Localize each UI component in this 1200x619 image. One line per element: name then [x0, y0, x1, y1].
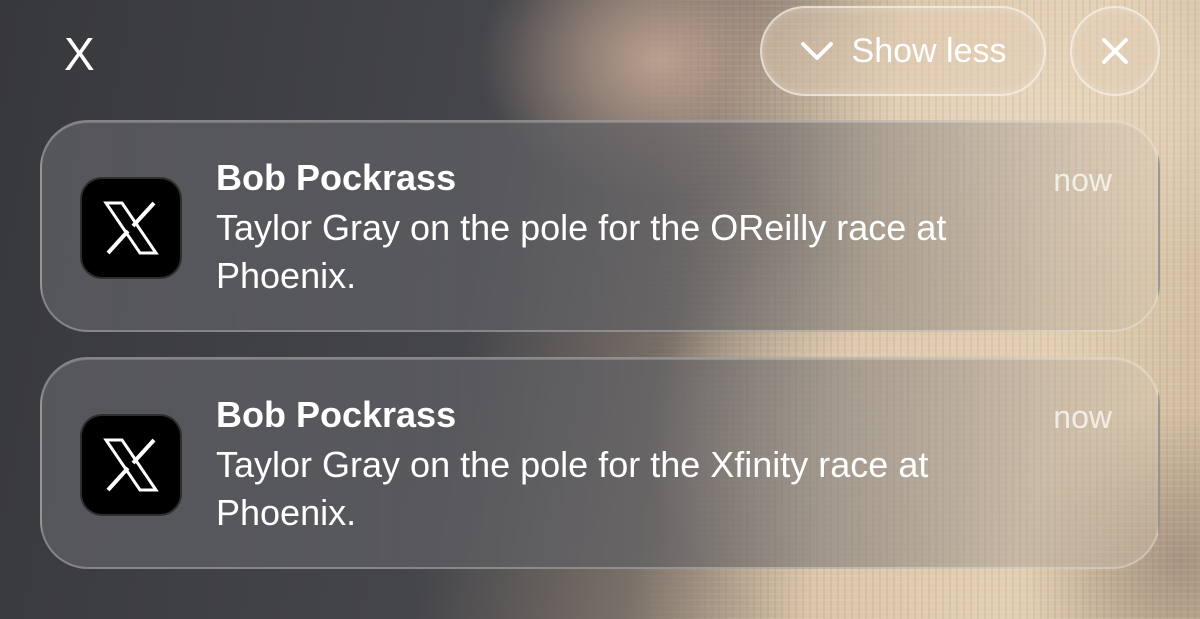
clear-notifications-button[interactable] [1070, 6, 1160, 96]
notification-sender: Bob Pockrass [216, 157, 457, 198]
close-icon [1102, 38, 1128, 64]
show-less-label: Show less [851, 31, 1007, 70]
chevron-down-icon [800, 42, 833, 60]
notification-message: Taylor Gray on the pole for the OReilly … [216, 207, 947, 296]
x-logo-icon [80, 177, 182, 279]
lock-screen: X Show less Bob Pockrass now Taylor Gray… [0, 0, 1200, 619]
notification-time: now [1053, 162, 1112, 198]
notification-card[interactable]: Bob Pockrass now Taylor Gray on the pole… [40, 357, 1160, 569]
notification-sender: Bob Pockrass [216, 394, 457, 435]
notification-message: Taylor Gray on the pole for the Xfinity … [216, 444, 929, 533]
x-logo-icon [80, 414, 182, 516]
notification-card[interactable]: Bob Pockrass now Taylor Gray on the pole… [40, 120, 1160, 332]
show-less-button[interactable]: Show less [760, 6, 1046, 96]
notification-group-app-label: X [64, 28, 95, 80]
notification-time: now [1053, 399, 1112, 435]
